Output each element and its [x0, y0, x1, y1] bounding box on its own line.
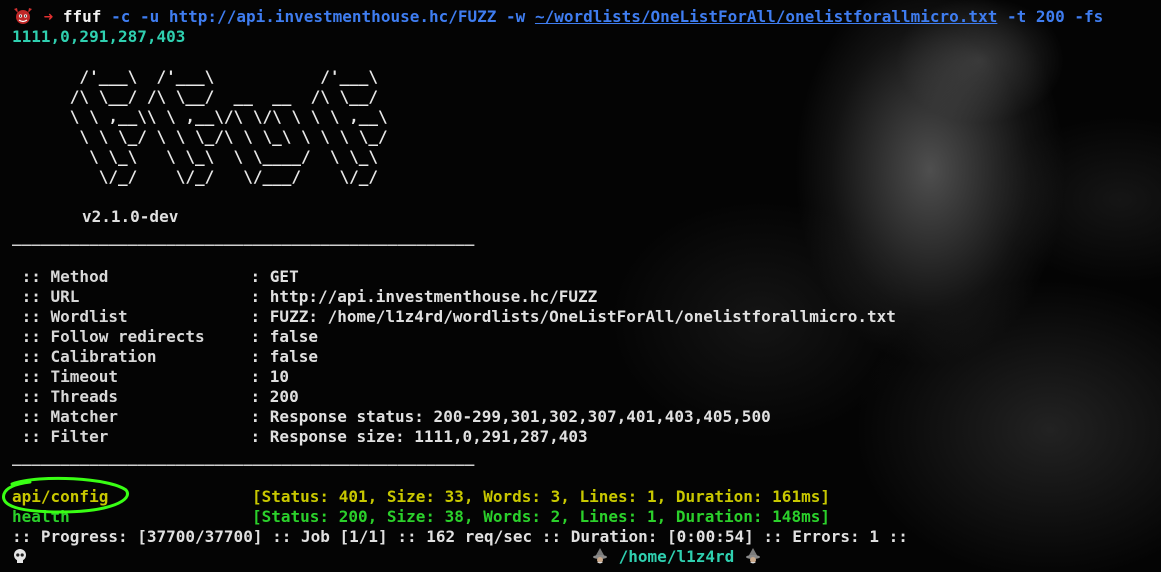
config-row: :: Timeout: 10 [12, 367, 290, 386]
devil-icon [14, 8, 32, 24]
banner-ascii-line: \ \_\ \ \_\ \ \____/ \ \_\ [12, 147, 379, 166]
config-row: :: Threads: 200 [12, 387, 299, 406]
banner-ascii-line: \/_/ \/_/ \/___/ \/_/ [12, 167, 379, 186]
config-key: Method [50, 267, 109, 286]
config-key: Threads [50, 387, 118, 406]
result-row: api/config [Status: 401, Size: 33, Words:… [12, 487, 1161, 507]
config-value: GET [269, 267, 299, 286]
wizard-icon [745, 548, 760, 564]
banner-ascii-line: /\ \__/ /\ \__/ __ __ /\ \__/ [12, 87, 379, 106]
command-url: http://api.investmenthouse.hc/FUZZ [168, 7, 497, 26]
result-row: health [Status: 200, Size: 38, Words: 2, … [12, 507, 1161, 527]
result-info: [Status: 401, Size: 33, Words: 3, Lines:… [252, 487, 830, 506]
config-value: false [269, 347, 318, 366]
config-row: :: Follow redirects: false [12, 327, 318, 346]
skull-icon [14, 549, 26, 563]
results-list: api/config [Status: 401, Size: 33, Words:… [12, 487, 1161, 527]
wizard-icon [593, 548, 607, 564]
config-key: Follow redirects [50, 327, 205, 346]
config-value: http://api.investmenthouse.hc/FUZZ [269, 287, 598, 306]
config-row: :: Wordlist: FUZZ: /home/l1z4rd/wordlist… [12, 307, 896, 326]
config-value: 10 [269, 367, 290, 386]
config-key: Wordlist [50, 307, 128, 326]
result-path: health [12, 507, 70, 526]
config-row: :: Filter: Response size: 1111,0,291,287… [12, 427, 588, 446]
banner-ascii-line: /'___\ /'___\ /'___\ [12, 67, 379, 86]
config-key: URL [50, 287, 80, 306]
config-row: :: Calibration: false [12, 347, 318, 366]
config-row: :: Matcher: Response status: 200-299,301… [12, 407, 771, 426]
config-key: Matcher [50, 407, 118, 426]
config-key: Filter [50, 427, 109, 446]
progress-line: :: Progress: [37700/37700] :: Job [1/1] … [12, 527, 908, 546]
command-wordlist-flag: -w [506, 7, 526, 26]
config-value: FUZZ: /home/l1z4rd/wordlists/OneListForA… [269, 307, 896, 326]
command-wordlist-path: ~/wordlists/OneListForAll/onelistforallm… [534, 7, 998, 26]
config-list: :: Method: GET :: URL: http://api.invest… [12, 267, 1161, 447]
terminal-output: ➜ ffuf -c -u http://api.investmenthouse.… [12, 7, 1161, 567]
config-key: Timeout [50, 367, 118, 386]
banner-ascii-line: \ \ ,__\\ \ ,__\/\ \/\ \ \ \ ,__\ [12, 107, 388, 126]
shell-prompt: /home/l1z4rd [12, 547, 1161, 567]
separator-bottom: ________________________________________… [12, 447, 475, 466]
command-line: ➜ ffuf -c -u http://api.investmenthouse.… [12, 7, 1161, 27]
result-path: api/config [12, 487, 109, 506]
config-value: Response status: 200-299,301,302,307,401… [269, 407, 771, 426]
command-tail: -t 200 -fs [1006, 7, 1104, 26]
separator-top: ________________________________________… [12, 227, 475, 246]
config-value: false [269, 327, 318, 346]
config-value: Response size: 1111,0,291,287,403 [269, 427, 588, 446]
config-value: 200 [269, 387, 299, 406]
banner-ascii-line: \ \ \_/ \ \ \_/\ \ \_\ \ \ \ \_/ [12, 127, 388, 146]
command-continuation: 1111,0,291,287,403 [12, 27, 186, 46]
config-key: Calibration [50, 347, 157, 366]
prompt-path: /home/l1z4rd [618, 547, 735, 566]
result-info: [Status: 200, Size: 38, Words: 2, Lines:… [252, 507, 830, 526]
command-args: -c -u [111, 7, 160, 26]
config-row: :: Method: GET [12, 267, 299, 286]
config-row: :: URL: http://api.investmenthouse.hc/FU… [12, 287, 598, 306]
version-label: v2.1.0-dev [82, 207, 179, 226]
command-name: ffuf [62, 7, 102, 26]
